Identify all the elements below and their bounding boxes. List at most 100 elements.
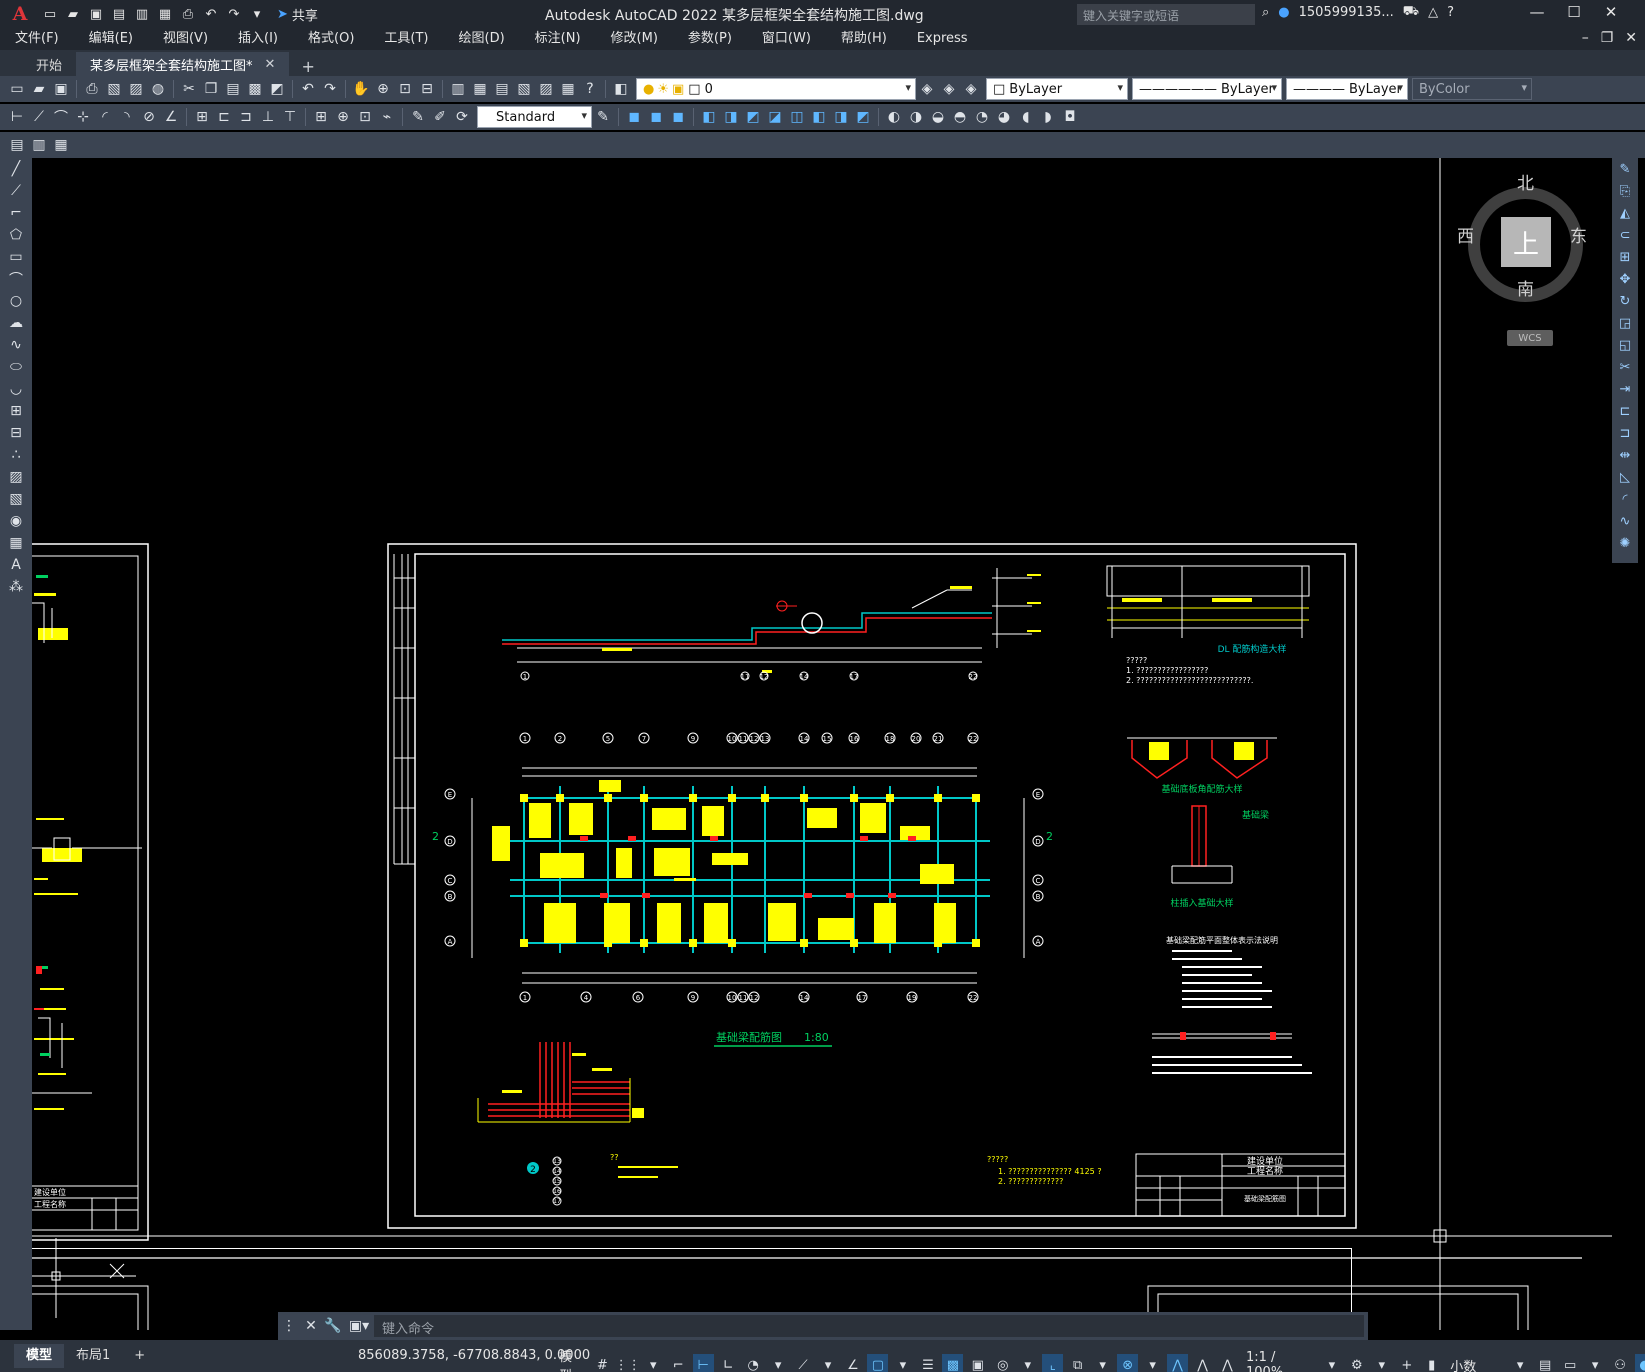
make-block-icon[interactable]: ⊟ (0, 422, 32, 444)
dim-update-icon[interactable]: ⟳ (451, 106, 473, 128)
dimstyle-dropdown[interactable]: Standard ▾ (477, 106, 592, 128)
plot-icon[interactable]: ⎙ (81, 78, 103, 100)
close-cmd-icon[interactable]: ✕ (300, 1318, 322, 1334)
customize-cmd-icon[interactable]: 🔧 (322, 1318, 344, 1334)
tab-layout1[interactable]: 布局1 (64, 1344, 122, 1368)
lock-ui-menu-icon[interactable]: ▾ (1585, 1354, 1606, 1372)
search-input[interactable]: 键入关键字或短语 (1077, 4, 1255, 25)
scale-icon[interactable]: ◲ (1612, 312, 1638, 334)
grid-icon[interactable]: # (592, 1354, 613, 1372)
ortho-icon[interactable]: ∟ (718, 1354, 739, 1372)
customize-icon[interactable]: ▾ (247, 4, 267, 24)
dim-edit-icon[interactable]: ✎ (407, 106, 429, 128)
break-at-point-icon[interactable]: ⊏ (1612, 400, 1638, 422)
menu-edit[interactable]: 编辑(E) (74, 28, 148, 50)
hardware-acceleration-icon[interactable]: ◐ (1634, 1354, 1645, 1372)
copy-edges-icon[interactable]: ◖ (1015, 106, 1037, 128)
intersect-icon[interactable]: ◼ (667, 106, 689, 128)
continue-dim-icon[interactable]: ⊐ (235, 106, 257, 128)
polygon-icon[interactable]: ⬠ (0, 224, 32, 246)
tab-drawing[interactable]: 某多层框架全套结构施工图* ✕ (76, 52, 290, 76)
arc-length-icon[interactable]: ⌒ (50, 106, 72, 128)
imprint-icon[interactable]: ◐ (883, 106, 905, 128)
polar-icon[interactable]: ◔ (743, 1354, 764, 1372)
command-input[interactable]: 键入命令 (374, 1315, 1364, 1337)
menu-help[interactable]: 帮助(H) (826, 28, 902, 50)
undo-icon[interactable]: ↶ (201, 4, 221, 24)
separate-icon[interactable]: ◒ (927, 106, 949, 128)
doc-minimize-icon[interactable]: – (1582, 30, 1589, 46)
menu-draw[interactable]: 绘图(D) (444, 28, 520, 50)
annotation-scale-value[interactable]: 1:1 / 100% (1242, 1350, 1317, 1372)
properties-icon[interactable]: ▥ (447, 78, 469, 100)
inspection-icon[interactable]: ⊡ (354, 106, 376, 128)
object-snap-menu-icon[interactable]: ▾ (892, 1354, 913, 1372)
paste-icon[interactable]: ▤ (222, 78, 244, 100)
share-icon[interactable]: ▦ (155, 4, 175, 24)
diameter-dim-icon[interactable]: ⊘ (138, 106, 160, 128)
add-selected-icon[interactable]: ⁂ (0, 576, 32, 598)
publish-icon[interactable]: ▥ (132, 4, 152, 24)
menu-tools[interactable]: 工具(T) (369, 28, 443, 50)
circle-icon[interactable]: ○ (0, 290, 32, 312)
annotation-scale-icon[interactable]: ⋀ (1217, 1354, 1238, 1372)
undo-tool-icon[interactable]: ↶ (297, 78, 319, 100)
tab-start[interactable]: 开始 (0, 52, 76, 76)
add-layout-button[interactable]: + (122, 1344, 157, 1368)
color-faces-icon[interactable]: ◩ (852, 106, 874, 128)
jogged-linear-icon[interactable]: ⌁ (376, 106, 398, 128)
selection-cycling-icon[interactable]: ▣ (967, 1354, 988, 1372)
compass-west[interactable]: 西 (1457, 222, 1474, 247)
workspace-icon[interactable]: ⚙ (1346, 1354, 1367, 1372)
edit-attributes-icon[interactable]: ▤ (6, 134, 28, 156)
web-icon[interactable]: ◍ (147, 78, 169, 100)
viewcube[interactable]: 上 北 南 东 西 WCS (1455, 172, 1595, 352)
ordinate-dim-icon[interactable]: ⊹ (72, 106, 94, 128)
markup-icon[interactable]: ▨ (535, 78, 557, 100)
menu-insert[interactable]: 插入(I) (223, 28, 293, 50)
ellipse-icon[interactable]: ⬭ (0, 356, 32, 378)
recent-commands-icon[interactable]: ▣▾ (344, 1318, 374, 1334)
3d-osnap-menu-icon[interactable]: ▾ (1017, 1354, 1038, 1372)
viewcube-top-face[interactable]: 上 (1501, 217, 1551, 267)
compass-north[interactable]: 北 (1517, 169, 1534, 194)
jogged-dim-icon[interactable]: ◝ (116, 106, 138, 128)
user-icon[interactable]: ● (1278, 5, 1289, 20)
annotation-visibility-icon[interactable]: ⋀ (1167, 1354, 1189, 1372)
units-value[interactable]: 小数 (1446, 1356, 1505, 1372)
baseline-dim-icon[interactable]: ⊏ (213, 106, 235, 128)
auto-scale-icon[interactable]: ⋀ (1192, 1354, 1213, 1372)
tool-palettes-icon[interactable]: ▤ (491, 78, 513, 100)
gizmo-menu-icon[interactable]: ▾ (1142, 1354, 1163, 1372)
layer-state-icon[interactable]: ◈ (960, 78, 982, 100)
copy-faces-icon[interactable]: ◨ (830, 106, 852, 128)
attribute-manager-icon[interactable]: ▦ (50, 134, 72, 156)
ellipse-arc-icon[interactable]: ◡ (0, 378, 32, 400)
snap-menu-icon[interactable]: ▾ (643, 1354, 664, 1372)
plotstyle-dropdown[interactable]: ByColor ▾ (1412, 78, 1532, 100)
text-icon[interactable]: A (0, 554, 32, 576)
cart-icon[interactable]: ⛟ (1403, 4, 1419, 21)
menu-parametric[interactable]: 参数(P) (673, 28, 747, 50)
share-button[interactable]: ➤ 共享 (277, 5, 318, 24)
solid-edit-icon[interactable]: ◘ (1059, 106, 1081, 128)
drawing-canvas[interactable]: 建设单位 工程名称 建设单位 工程名称 基础梁配筋图 1 11 12 14 17… (32, 158, 1612, 1330)
design-center-icon[interactable]: ▦ (469, 78, 491, 100)
maximize-icon[interactable]: ☐ (1560, 3, 1588, 21)
move-faces-icon[interactable]: ◨ (720, 106, 742, 128)
qnew-icon[interactable]: ▭ (6, 78, 28, 100)
rectangle-icon[interactable]: ▭ (0, 246, 32, 268)
preview-icon[interactable]: ▧ (103, 78, 125, 100)
table-icon[interactable]: ▦ (0, 532, 32, 554)
zoom-window-icon[interactable]: ⊡ (394, 78, 416, 100)
publish-tool-icon[interactable]: ▨ (125, 78, 147, 100)
revision-cloud-icon[interactable]: ☁ (0, 312, 32, 334)
move-icon[interactable]: ✥ (1612, 268, 1638, 290)
layer-properties-icon[interactable]: ◧ (610, 78, 632, 100)
stretch-icon[interactable]: ◱ (1612, 334, 1638, 356)
copy-object-icon[interactable]: ⎘ (1612, 180, 1638, 202)
autocad-logo-icon[interactable]: A (0, 0, 40, 28)
menu-window[interactable]: 窗口(W) (747, 28, 826, 50)
polyline-icon[interactable]: ⌐ (0, 202, 32, 224)
compass-south[interactable]: 南 (1517, 275, 1534, 300)
